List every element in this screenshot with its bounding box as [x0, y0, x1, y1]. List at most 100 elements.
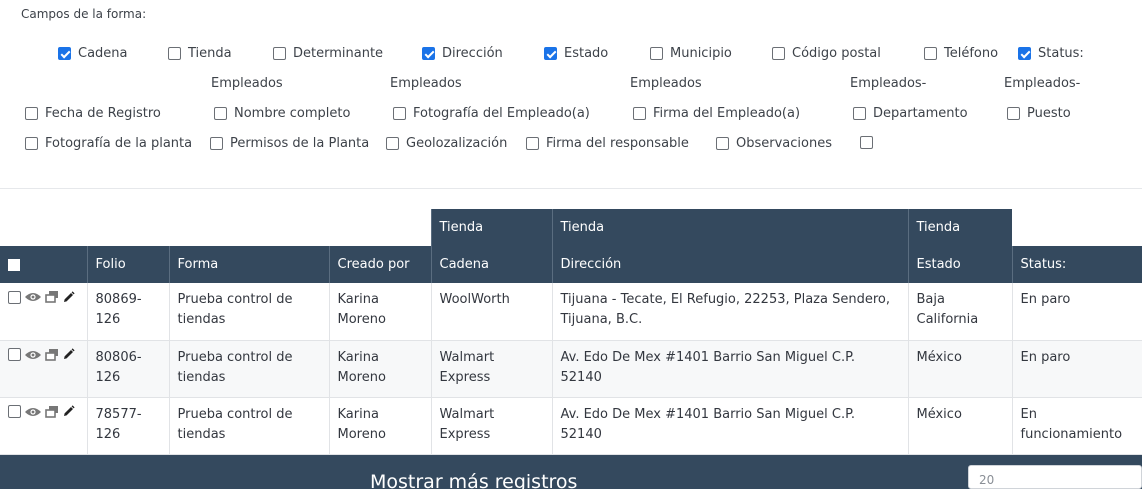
checkbox[interactable] [210, 137, 223, 150]
checkbox[interactable] [1007, 107, 1020, 120]
checkbox[interactable] [422, 47, 435, 60]
column-header-cadena[interactable]: Cadena [430, 246, 552, 283]
group-header-empty [169, 209, 329, 246]
checkbox-label: Firma del Empleado(a) [653, 106, 801, 121]
cell-status: En funcionamiento [1011, 397, 1142, 455]
cell-direccion: Av. Edo De Mex #1401 Barrio San Miguel C… [551, 340, 908, 398]
checkbox[interactable] [544, 47, 557, 60]
cell-forma: Prueba control de tiendas [168, 397, 329, 455]
checkbox[interactable] [386, 137, 399, 150]
checkbox[interactable] [772, 47, 785, 60]
table-row: 80806-126 Prueba control de tiendas Kari… [0, 340, 1142, 398]
checkbox[interactable] [58, 47, 71, 60]
field-checkbox-firma-responsable[interactable]: Firma del responsable [526, 136, 689, 151]
checkbox[interactable] [860, 136, 873, 149]
field-checkbox-fotografia-empleado[interactable]: Fotografía del Empleado(a) [393, 106, 590, 121]
field-checkbox-codigo-postal[interactable]: Código postal [772, 46, 881, 61]
checkbox[interactable] [393, 107, 406, 120]
field-checkbox-fotografia-planta[interactable]: Fotografía de la planta [25, 136, 192, 151]
field-checkbox-telefono[interactable]: Teléfono [924, 46, 998, 61]
linked-screens-icon[interactable] [45, 290, 59, 304]
field-checkbox-fecha-registro[interactable]: Fecha de Registro [25, 106, 161, 121]
column-header-row: Folio Forma Creado por Cadena Dirección … [0, 246, 1142, 283]
cell-estado: México [907, 397, 1012, 455]
select-all-cell [0, 246, 87, 283]
checkbox[interactable] [650, 47, 663, 60]
group-label: Empleados [390, 76, 462, 91]
row-checkbox[interactable] [8, 290, 21, 304]
column-header-creado-por[interactable]: Creado por [328, 246, 431, 283]
checkbox[interactable] [716, 137, 729, 150]
checkbox[interactable] [633, 107, 646, 120]
checkbox[interactable] [25, 137, 38, 150]
column-header-forma[interactable]: Forma [168, 246, 329, 283]
checkbox-label: Código postal [792, 46, 881, 61]
field-checkbox-puesto[interactable]: Puesto [1007, 106, 1071, 121]
checkbox[interactable] [526, 137, 539, 150]
row-checkbox[interactable] [8, 405, 21, 418]
cell-creado-por: Karina Moreno [328, 340, 431, 398]
checkbox-label: Estado [564, 46, 609, 61]
checkbox-label: Teléfono [944, 46, 999, 61]
edit-pencil-icon[interactable] [62, 290, 75, 304]
group-header-tienda: Tienda [907, 209, 1012, 246]
column-header-direccion[interactable]: Dirección [551, 246, 908, 283]
field-checkbox-determinante[interactable]: Determinante [273, 46, 383, 61]
cell-forma: Prueba control de tiendas [168, 340, 329, 398]
show-more-records-button[interactable]: Mostrar más registros [370, 471, 577, 489]
field-checkbox-municipio[interactable]: Municipio [650, 46, 732, 61]
edit-pencil-icon[interactable] [62, 405, 75, 418]
view-icon[interactable] [24, 349, 42, 361]
page-size-input[interactable]: 20 [968, 465, 1142, 489]
cell-status: En paro [1011, 283, 1142, 341]
checkbox[interactable] [168, 47, 181, 60]
cell-status: En paro [1011, 340, 1142, 398]
group-header-empty [329, 209, 431, 246]
edit-pencil-icon[interactable] [62, 348, 75, 361]
view-icon[interactable] [24, 406, 42, 418]
cell-estado: Baja California [907, 283, 1012, 341]
table-row: 80869-126 Prueba control de tiendas Kari… [0, 283, 1142, 341]
cell-forma: Prueba control de tiendas [168, 283, 329, 341]
field-checkbox-tienda[interactable]: Tienda [168, 46, 232, 61]
row-checkbox[interactable] [8, 348, 21, 361]
view-icon[interactable] [24, 291, 42, 303]
group-label: Empleados- [1004, 76, 1081, 91]
group-label: Empleados- [850, 76, 927, 91]
field-checkbox-observaciones[interactable]: Observaciones [716, 136, 832, 151]
field-checkbox-permisos-planta[interactable]: Permisos de la Planta [210, 136, 369, 151]
group-header-empty [0, 209, 87, 246]
checkbox-label: Puesto [1027, 106, 1071, 121]
cell-cadena: WoolWorth [430, 283, 552, 341]
field-checkbox-geolozalizacion[interactable]: Geolozalización [386, 136, 507, 151]
field-checkbox-status[interactable]: Status: [1018, 46, 1084, 61]
field-checkbox-departamento[interactable]: Departamento [853, 106, 968, 121]
checkbox[interactable] [1018, 47, 1031, 60]
linked-screens-icon[interactable] [45, 348, 59, 362]
checkbox[interactable] [853, 107, 866, 120]
field-checkbox-cadena[interactable]: Cadena [58, 46, 128, 61]
checkbox[interactable] [25, 107, 38, 120]
checkbox[interactable] [273, 47, 286, 60]
group-header-tienda: Tienda [551, 209, 908, 246]
select-all-checkbox[interactable] [8, 258, 20, 271]
row-actions-cell [0, 283, 87, 341]
row-actions-cell [0, 340, 87, 398]
field-checkbox-direccion[interactable]: Dirección [422, 46, 503, 61]
checkbox-label: Fotografía de la planta [45, 136, 193, 151]
checkbox[interactable] [924, 47, 937, 60]
checkbox[interactable] [214, 107, 227, 120]
linked-screens-icon[interactable] [45, 405, 59, 419]
records-table: Tienda Tienda Tienda Folio Forma Creado … [0, 209, 1142, 455]
cell-folio: 78577-126 [86, 397, 169, 455]
field-checkbox-nombre-completo[interactable]: Nombre completo [214, 106, 350, 121]
cell-folio: 80806-126 [86, 340, 169, 398]
column-header-estado[interactable]: Estado [907, 246, 1012, 283]
column-header-folio[interactable]: Folio [86, 246, 169, 283]
field-checkbox-estado[interactable]: Estado [544, 46, 608, 61]
column-header-status[interactable]: Status: [1011, 246, 1142, 283]
form-fields-panel: Campos de la forma: Cadena Tienda Determ… [0, 0, 1142, 189]
cell-estado: México [907, 340, 1012, 398]
field-checkbox-unlabeled[interactable] [860, 136, 880, 149]
field-checkbox-firma-empleado[interactable]: Firma del Empleado(a) [633, 106, 800, 121]
